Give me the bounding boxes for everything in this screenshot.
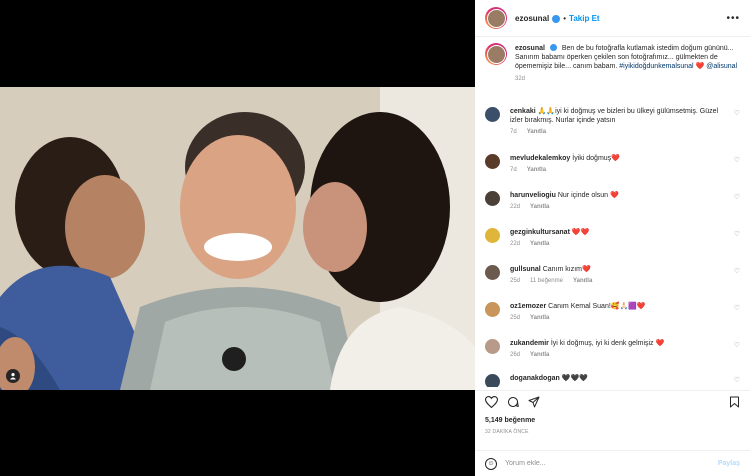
- comment-time: 22d: [510, 241, 521, 247]
- comment-time: 25d: [510, 278, 521, 284]
- likes-count[interactable]: 5,149 beğenme: [485, 417, 740, 424]
- emoji-icon[interactable]: ☺: [485, 457, 497, 470]
- comment-username[interactable]: gullsunal: [510, 266, 541, 273]
- reply-button[interactable]: Yanıtla: [530, 241, 549, 247]
- comment-item: doganakdogan 🖤🖤🖤 ♡: [485, 374, 740, 387]
- comment-avatar[interactable]: [485, 374, 500, 387]
- comment-username[interactable]: oz1emozer: [510, 303, 546, 310]
- comment-text: İyi ki doğmuş, iyi ki denk gelmişiz ❤️: [550, 340, 665, 347]
- comments-list[interactable]: ezosunal Ben de bu fotoğrafla kutlamak i…: [475, 37, 750, 387]
- reply-button[interactable]: Yanıtla: [530, 352, 549, 358]
- caption-time: 32d: [515, 76, 526, 82]
- caption-mention[interactable]: @alisunal: [706, 63, 737, 70]
- comment-avatar[interactable]: [485, 265, 500, 280]
- comment-body: gullsunal Canım kızım❤️ 25d 11 beğenme Yan…: [510, 265, 720, 286]
- like-comment-icon[interactable]: ♡: [734, 156, 740, 164]
- like-heart-icon[interactable]: [484, 395, 499, 413]
- comment-time: 7d: [510, 129, 517, 135]
- comment-body: cenkaki 🙏🙏iyi ki doğmuş ve bizleri bu ül…: [510, 107, 720, 137]
- comment-item: mevludekalemkoy İyiki doğmuş❤️ 7d Yanıtla…: [485, 154, 740, 175]
- separator-dot: •: [563, 13, 567, 23]
- like-comment-icon[interactable]: ♡: [734, 304, 740, 312]
- comment-avatar[interactable]: [485, 302, 500, 317]
- reply-button[interactable]: Yanıtla: [530, 204, 549, 210]
- post-comment-button[interactable]: Paylaş: [718, 460, 740, 467]
- comment-text: 🙏🙏iyi ki doğmuş ve bizleri bu ülkeyi gül…: [510, 108, 719, 124]
- caption-body: ezosunal Ben de bu fotoğrafla kutlamak i…: [515, 43, 739, 84]
- comment-avatar[interactable]: [485, 107, 500, 122]
- comment-text: Nur içinde olsun ❤️: [557, 192, 619, 199]
- like-comment-icon[interactable]: ♡: [734, 230, 740, 238]
- like-comment-icon[interactable]: ♡: [734, 267, 740, 275]
- comment-time: 22d: [510, 204, 521, 210]
- comment-likes[interactable]: 11 beğenme: [530, 278, 563, 284]
- caption-avatar[interactable]: [485, 43, 507, 65]
- comment-item: cenkaki 🙏🙏iyi ki doğmuş ve bizleri bu ül…: [485, 107, 740, 137]
- comment-username[interactable]: zukandemir: [510, 340, 549, 347]
- comment-item: gullsunal Canım kızım❤️ 25d 11 beğenme Yan…: [485, 265, 740, 286]
- user-tag-icon[interactable]: [6, 369, 20, 383]
- caption-username[interactable]: ezosunal: [515, 45, 545, 52]
- comment-body: gezginkultursanat ❤️❤️ 22d Yanıtla: [510, 228, 720, 249]
- caption: ezosunal Ben de bu fotoğrafla kutlamak i…: [475, 37, 750, 84]
- comment-icon[interactable]: [507, 395, 519, 413]
- comment-time: 7d: [510, 167, 517, 173]
- comment-body: mevludekalemkoy İyiki doğmuş❤️ 7d Yanıtla: [510, 154, 720, 175]
- comment-body: zukandemir İyi ki doğmuş, iyi ki denk ge…: [510, 339, 720, 360]
- follow-button[interactable]: Takip Et: [569, 14, 600, 23]
- reply-button[interactable]: Yanıtla: [527, 129, 546, 135]
- like-comment-icon[interactable]: ♡: [734, 341, 740, 349]
- add-comment-bar: ☺ Paylaş: [475, 450, 750, 476]
- comment-username[interactable]: gezginkultursanat: [510, 229, 570, 236]
- comment-avatar[interactable]: [485, 191, 500, 206]
- comment-time: 26d: [510, 352, 521, 358]
- reply-button[interactable]: Yanıtla: [527, 167, 546, 173]
- post-sidebar: ezosunal • Takip Et ••• ezosunal Ben de …: [475, 0, 750, 476]
- like-comment-icon[interactable]: ♡: [734, 193, 740, 201]
- author-avatar[interactable]: [485, 7, 507, 29]
- comment-username[interactable]: mevludekalemkoy: [510, 155, 570, 162]
- post-modal: ezosunal • Takip Et ••• ezosunal Ben de …: [0, 0, 750, 476]
- comment-text: Canım Kemal Suan!🥰🙏🏻🟪❤️: [548, 303, 646, 310]
- reply-button[interactable]: Yanıtla: [573, 278, 592, 284]
- comment-text: Canım kızım❤️: [542, 266, 591, 273]
- more-options-icon[interactable]: •••: [726, 13, 740, 24]
- share-icon[interactable]: [528, 395, 540, 413]
- comment-username[interactable]: harunveliogiu: [510, 192, 556, 199]
- like-comment-icon[interactable]: ♡: [734, 109, 740, 117]
- verified-badge-icon: [549, 44, 557, 51]
- comment-item: zukandemir İyi ki doğmuş, iyi ki denk ge…: [485, 339, 740, 360]
- comment-text: ❤️❤️: [571, 229, 590, 236]
- comment-username[interactable]: cenkaki: [510, 108, 536, 115]
- photo-pane: [0, 0, 475, 476]
- comment-username[interactable]: doganakdogan: [510, 375, 560, 382]
- comment-input[interactable]: [505, 460, 695, 467]
- comment-item: oz1emozer Canım Kemal Suan!🥰🙏🏻🟪❤️ 25d Yan…: [485, 302, 740, 323]
- photo-illustration: [0, 87, 475, 390]
- caption-heart: ❤️: [695, 63, 705, 70]
- comment-item: gezginkultursanat ❤️❤️ 22d Yanıtla ♡: [485, 228, 740, 249]
- verified-badge-icon: [552, 15, 561, 23]
- comment-text: İyiki doğmuş❤️: [572, 155, 620, 162]
- comment-text: 🖤🖤🖤: [561, 375, 588, 382]
- comment-body: harunveliogiu Nur içinde olsun ❤️ 22d Yan…: [510, 191, 720, 212]
- post-actions: 5,149 beğenme 32 DAKİKA ÖNCE: [475, 390, 750, 435]
- reply-button[interactable]: Yanıtla: [530, 315, 549, 321]
- caption-hashtag[interactable]: #iyikidoğdunkemalsunal: [619, 63, 693, 70]
- author-username[interactable]: ezosunal: [515, 14, 549, 23]
- post-photo[interactable]: [0, 87, 475, 390]
- comment-item: harunveliogiu Nur içinde olsun ❤️ 22d Yan…: [485, 191, 740, 212]
- bookmark-icon[interactable]: [729, 395, 740, 413]
- comment-time: 25d: [510, 315, 521, 321]
- comment-avatar[interactable]: [485, 339, 500, 354]
- comment-body: doganakdogan 🖤🖤🖤: [510, 374, 720, 387]
- post-timestamp: 32 DAKİKA ÖNCE: [485, 429, 529, 435]
- action-bar: [484, 395, 740, 413]
- post-header: ezosunal • Takip Et •••: [475, 0, 750, 37]
- comment-avatar[interactable]: [485, 228, 500, 243]
- comment-avatar[interactable]: [485, 154, 500, 169]
- comment-body: oz1emozer Canım Kemal Suan!🥰🙏🏻🟪❤️ 25d Yan…: [510, 302, 720, 323]
- like-comment-icon[interactable]: ♡: [734, 376, 740, 384]
